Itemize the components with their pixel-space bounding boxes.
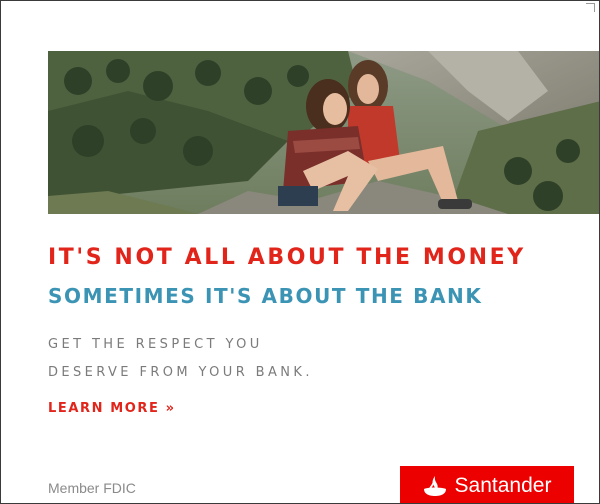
member-fdic-text: Member FDIC bbox=[48, 480, 136, 496]
hero-photo bbox=[48, 51, 599, 214]
banner-ad[interactable]: IT'S NOT ALL ABOUT THE MONEY SOMETIMES I… bbox=[0, 0, 600, 504]
learn-more-link[interactable]: LEARN MORE » bbox=[48, 401, 176, 416]
brand-name: Santander bbox=[454, 473, 552, 497]
two-women-mountain-photo-icon bbox=[48, 51, 599, 214]
subtext: GET THE RESPECT YOU DESERVE FROM YOUR BA… bbox=[48, 331, 313, 387]
ad-choices-corner[interactable] bbox=[586, 3, 595, 12]
subtext-line-2: DESERVE FROM YOUR BANK. bbox=[48, 365, 313, 380]
santander-flame-icon bbox=[423, 475, 446, 496]
headline-secondary: SOMETIMES IT'S ABOUT THE BANK bbox=[48, 284, 483, 308]
headline-primary: IT'S NOT ALL ABOUT THE MONEY bbox=[48, 245, 526, 270]
santander-logo-button[interactable]: Santander bbox=[400, 466, 574, 503]
subtext-line-1: GET THE RESPECT YOU bbox=[48, 337, 263, 352]
